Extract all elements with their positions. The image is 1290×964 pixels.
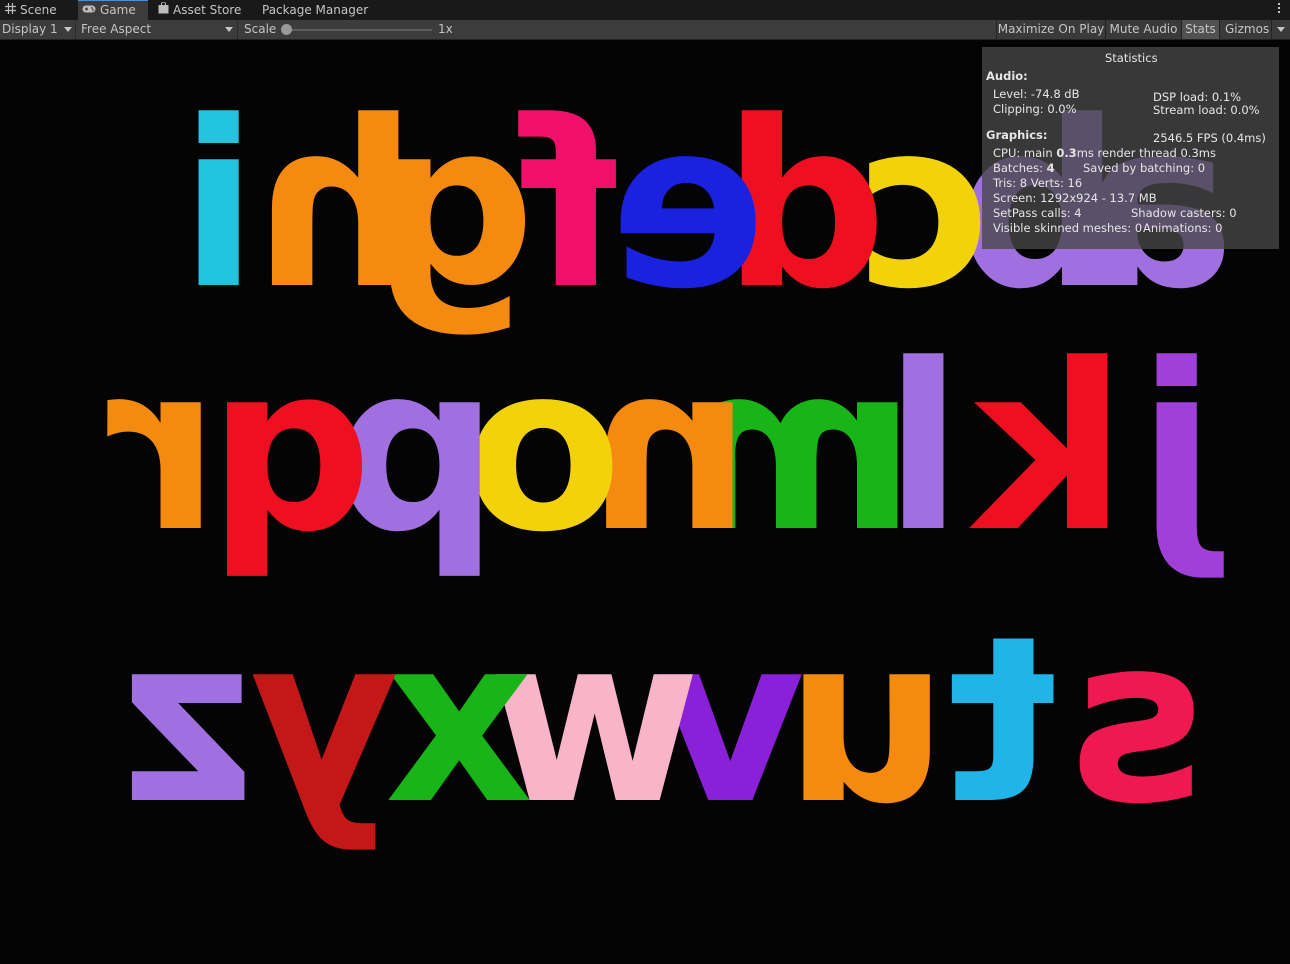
stats-screen: Screen: 1292x924 - 13.7 MB bbox=[993, 191, 1157, 205]
felt-letter-i: i bbox=[179, 73, 258, 340]
tab-package-manager-label: Package Manager bbox=[262, 3, 369, 17]
aspect-dropdown-label: Free Aspect bbox=[81, 22, 152, 36]
maximize-on-play-button[interactable]: Maximize On Play bbox=[996, 20, 1105, 39]
felt-letter-e: e bbox=[610, 73, 766, 340]
tab-asset-store-label: Asset Store bbox=[173, 3, 242, 17]
felt-letter-x: x bbox=[385, 588, 533, 855]
gamepad-icon bbox=[82, 1, 96, 20]
editor-tab-bar: Scene Game Asset Store Package Manager bbox=[0, 0, 1290, 20]
gizmos-button[interactable]: Gizmos bbox=[1219, 20, 1271, 39]
felt-letter-z: z bbox=[121, 588, 255, 855]
scale-value: 1x bbox=[438, 22, 453, 36]
stats-level: Level: -74.8 dB bbox=[993, 87, 1080, 101]
felt-letter-r: r bbox=[107, 316, 220, 583]
tab-game[interactable]: Game bbox=[78, 0, 148, 20]
chevron-down-icon bbox=[1277, 27, 1285, 32]
tab-scene[interactable]: Scene bbox=[0, 0, 79, 20]
stats-stream-load: Stream load: 0.0% bbox=[1153, 103, 1260, 117]
stats-graphics-header: Graphics: bbox=[986, 128, 1048, 142]
scale-slider-thumb[interactable] bbox=[281, 24, 292, 35]
stats-batches: Batches: 4 bbox=[993, 161, 1055, 175]
stats-tris-verts: Tris: 8 Verts: 16 bbox=[993, 176, 1083, 190]
tab-scene-label: Scene bbox=[20, 3, 57, 17]
stats-skinned-meshes: Visible skinned meshes: 0 bbox=[993, 221, 1143, 235]
stats-fps: 2546.5 FPS (0.4ms) bbox=[1153, 131, 1266, 145]
tab-package-manager[interactable]: Package Manager bbox=[262, 0, 382, 20]
felt-letter-k: k bbox=[968, 316, 1126, 583]
gizmos-dropdown[interactable] bbox=[1271, 20, 1290, 39]
more-options-icon[interactable] bbox=[1277, 2, 1281, 16]
stats-saved-by-batching: Saved by batching: 0 bbox=[1083, 161, 1206, 175]
tab-asset-store[interactable]: Asset Store bbox=[158, 0, 250, 20]
shopping-bag-icon bbox=[158, 0, 169, 21]
tab-game-label: Game bbox=[100, 3, 136, 17]
felt-letter-t: t bbox=[947, 588, 1057, 855]
stats-clipping: Clipping: 0.0% bbox=[993, 102, 1077, 116]
grid-icon bbox=[5, 0, 16, 21]
mute-audio-button[interactable]: Mute Audio bbox=[1105, 20, 1181, 39]
felt-letter-s: s bbox=[1069, 588, 1206, 855]
felt-letter-j: j bbox=[1137, 316, 1224, 583]
stats-audio-header: Audio: bbox=[986, 69, 1028, 83]
stats-dsp-load: DSP load: 0.1% bbox=[1153, 90, 1242, 104]
display-dropdown-label: Display 1 bbox=[2, 22, 58, 36]
stats-setpass: SetPass calls: 4 bbox=[993, 206, 1082, 220]
stats-title: Statistics bbox=[1105, 51, 1158, 65]
felt-letter-h: h bbox=[254, 73, 418, 340]
scale-slider-track[interactable] bbox=[286, 29, 432, 31]
statistics-panel: Statistics Audio: Level: -74.8 dB Clippi… bbox=[982, 47, 1279, 249]
chevron-down-icon bbox=[64, 27, 72, 32]
stats-shadow-casters: Shadow casters: 0 bbox=[1131, 206, 1237, 220]
stats-cpu: CPU: main 0.3ms render thread 0.3ms bbox=[993, 146, 1216, 160]
stats-animations: Animations: 0 bbox=[1143, 221, 1223, 235]
display-dropdown[interactable]: Display 1 bbox=[0, 20, 76, 39]
felt-letter-q: q bbox=[208, 316, 373, 583]
stats-button[interactable]: Stats bbox=[1181, 20, 1219, 39]
chevron-down-icon bbox=[225, 27, 233, 32]
scale-label: Scale bbox=[244, 22, 277, 36]
felt-letter-y: y bbox=[248, 588, 398, 855]
aspect-dropdown[interactable]: Free Aspect bbox=[77, 20, 238, 39]
felt-letter-u: u bbox=[784, 588, 948, 855]
